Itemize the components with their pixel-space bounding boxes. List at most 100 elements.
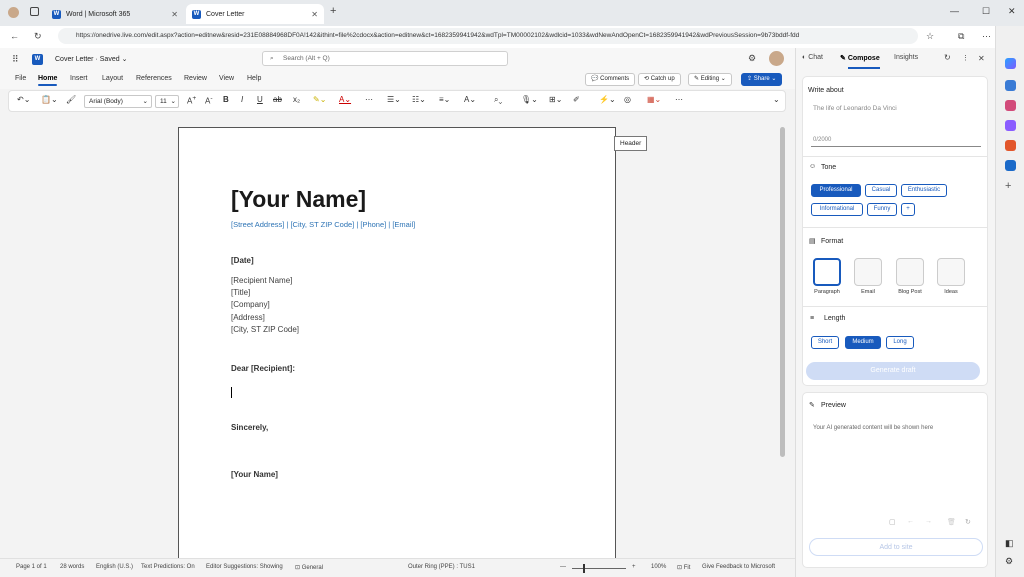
add-tone-button[interactable]: + bbox=[901, 203, 915, 216]
refresh-icon[interactable]: ↻ bbox=[34, 31, 42, 42]
new-tab-icon[interactable]: + bbox=[330, 5, 336, 17]
games-icon[interactable] bbox=[1005, 120, 1016, 131]
tab-references[interactable]: References bbox=[136, 75, 172, 82]
feedback-link[interactable]: Give Feedback to Microsoft bbox=[702, 564, 775, 570]
shopping-icon[interactable] bbox=[1005, 80, 1016, 91]
numbering-icon[interactable]: ☷⌄ bbox=[412, 95, 426, 104]
zoom-slider-thumb[interactable] bbox=[583, 564, 585, 573]
length-medium[interactable]: Medium bbox=[845, 336, 881, 349]
font-family-dropdown[interactable]: Arial (Body) ⌄ bbox=[84, 95, 152, 108]
previous-icon[interactable]: ← bbox=[907, 518, 914, 525]
regenerate-icon[interactable]: ↻ bbox=[965, 518, 971, 526]
salutation[interactable]: Dear [Recipient]: bbox=[231, 364, 295, 373]
next-icon[interactable]: → bbox=[925, 518, 932, 525]
url-field[interactable]: https://onedrive.live.com/edit.aspx?acti… bbox=[58, 28, 918, 44]
length-short[interactable]: Short bbox=[811, 336, 839, 349]
font-size-dropdown[interactable]: 11 ⌄ bbox=[155, 95, 179, 108]
more-icon[interactable]: ⋮ bbox=[962, 54, 969, 62]
tone-professional[interactable]: Professional bbox=[811, 184, 861, 197]
tone-informational[interactable]: Informational bbox=[811, 203, 863, 216]
catch-up-button[interactable]: ⟲ Catch up bbox=[638, 73, 681, 86]
bullets-icon[interactable]: ☰⌄ bbox=[387, 95, 401, 104]
format-blog-post[interactable] bbox=[896, 258, 924, 286]
tab-review[interactable]: Review bbox=[184, 75, 207, 82]
outlook-icon[interactable] bbox=[1005, 160, 1016, 171]
tab-file[interactable]: File bbox=[15, 75, 26, 82]
write-about-input[interactable]: The life of Leonardo Da Vinci 0/2000 bbox=[811, 101, 981, 147]
date-field[interactable]: [Date] bbox=[231, 256, 254, 265]
editor-suggestions[interactable]: Editor Suggestions: Showing bbox=[206, 564, 283, 570]
gear-icon[interactable]: ⚙ bbox=[748, 53, 756, 64]
generate-draft-button[interactable]: Generate draft bbox=[806, 362, 980, 380]
document-page[interactable]: [Your Name] [Street Address] | [City, ST… bbox=[178, 127, 616, 567]
closing[interactable]: Sincerely, bbox=[231, 423, 268, 432]
document-title[interactable]: Cover Letter · Saved ⌄ bbox=[55, 55, 127, 63]
close-icon[interactable]: ✕ bbox=[171, 10, 178, 19]
tab-chat[interactable]: ◐ Chat bbox=[802, 54, 823, 61]
font-color-icon[interactable]: A⌄ bbox=[339, 95, 351, 104]
bold-icon[interactable]: B bbox=[223, 95, 229, 104]
more-options-icon[interactable]: ⋯ bbox=[675, 95, 683, 104]
comments-button[interactable]: 💬 Comments bbox=[585, 73, 636, 86]
table-icon[interactable]: ▦⌄ bbox=[647, 95, 661, 104]
copilot-icon[interactable] bbox=[1005, 58, 1016, 69]
language[interactable]: English (U.S.) bbox=[96, 564, 133, 570]
recipient-company[interactable]: [Company] bbox=[231, 300, 270, 309]
tab-actions-icon[interactable] bbox=[30, 7, 39, 16]
app-launcher-icon[interactable]: ⠿ bbox=[12, 54, 19, 65]
zoom-level[interactable]: 100% bbox=[651, 564, 666, 570]
split-screen-icon[interactable]: ◧ bbox=[1005, 538, 1014, 549]
strikethrough-icon[interactable]: ab bbox=[273, 95, 282, 104]
grow-font-icon[interactable]: A+ bbox=[187, 95, 196, 106]
tone-casual[interactable]: Casual bbox=[865, 184, 897, 197]
close-icon[interactable]: ✕ bbox=[311, 10, 318, 19]
gear-icon[interactable]: ⚙ bbox=[1005, 556, 1013, 567]
office-icon[interactable] bbox=[1005, 140, 1016, 151]
page-count[interactable]: Page 1 of 1 bbox=[16, 564, 47, 570]
close-window-icon[interactable]: ✕ bbox=[1008, 6, 1016, 17]
tab-home[interactable]: Home bbox=[38, 75, 58, 86]
text-predictions[interactable]: Text Predictions: On bbox=[141, 564, 195, 570]
tab-compose[interactable]: ✎ Compose bbox=[840, 54, 880, 62]
add-ins-icon[interactable]: ⊞⌄ bbox=[549, 95, 562, 104]
shrink-font-icon[interactable]: A- bbox=[205, 95, 213, 106]
add-app-icon[interactable]: + bbox=[1005, 180, 1011, 192]
tone-enthusiastic[interactable]: Enthusiastic bbox=[901, 184, 947, 197]
styles-icon[interactable]: A⌄ bbox=[464, 95, 476, 104]
contact-line[interactable]: [Street Address] | [City, ST ZIP Code] |… bbox=[231, 220, 415, 229]
tone-funny[interactable]: Funny bbox=[867, 203, 897, 216]
more-icon[interactable]: ⋯ bbox=[365, 95, 373, 104]
tab-cover-letter[interactable]: W Cover Letter ✕ bbox=[186, 4, 324, 24]
highlight-icon[interactable]: ✎⌄ bbox=[313, 95, 326, 104]
find-icon[interactable]: ⌕⌄ bbox=[494, 95, 502, 105]
minimize-icon[interactable]: — bbox=[950, 6, 959, 16]
accessibility-icon[interactable]: ◎ bbox=[624, 95, 631, 104]
word-count[interactable]: 28 words bbox=[60, 564, 84, 570]
profile-avatar[interactable] bbox=[8, 7, 19, 18]
fit-button[interactable]: ⊡ Fit bbox=[677, 564, 690, 571]
your-name-heading[interactable]: [Your Name] bbox=[231, 186, 366, 213]
collections-icon[interactable]: ⧉ bbox=[958, 31, 964, 42]
settings-more-icon[interactable]: ⋯ bbox=[982, 31, 991, 42]
underline-icon[interactable]: U bbox=[257, 95, 263, 104]
signature-name[interactable]: [Your Name] bbox=[231, 470, 278, 479]
dictate-icon[interactable]: 🎙⌄ bbox=[521, 95, 538, 104]
format-paragraph[interactable] bbox=[813, 258, 841, 286]
paste-icon[interactable]: 📋⌄ bbox=[41, 95, 58, 104]
designer-icon[interactable]: ⚡⌄ bbox=[599, 95, 616, 104]
length-long[interactable]: Long bbox=[886, 336, 914, 349]
search-box[interactable]: ⌕ Search (Alt + Q) bbox=[262, 51, 508, 66]
refresh-icon[interactable]: ↻ bbox=[944, 53, 951, 62]
undo-icon[interactable]: ↶⌄ bbox=[17, 95, 30, 104]
close-pane-icon[interactable]: ✕ bbox=[978, 54, 985, 63]
delete-icon[interactable]: 🗑 bbox=[947, 518, 956, 526]
editing-button[interactable]: ✎ Editing ⌄ bbox=[688, 73, 732, 86]
zoom-slider[interactable] bbox=[572, 568, 626, 569]
italic-icon[interactable]: I bbox=[241, 95, 243, 104]
format-email[interactable] bbox=[854, 258, 882, 286]
vertical-scrollbar[interactable] bbox=[780, 127, 785, 457]
collapse-ribbon-icon[interactable]: ⌄ bbox=[773, 95, 780, 104]
tab-view[interactable]: View bbox=[219, 75, 234, 82]
sensitivity-label[interactable]: ⊡ General bbox=[295, 564, 323, 571]
align-icon[interactable]: ≡⌄ bbox=[439, 95, 450, 104]
